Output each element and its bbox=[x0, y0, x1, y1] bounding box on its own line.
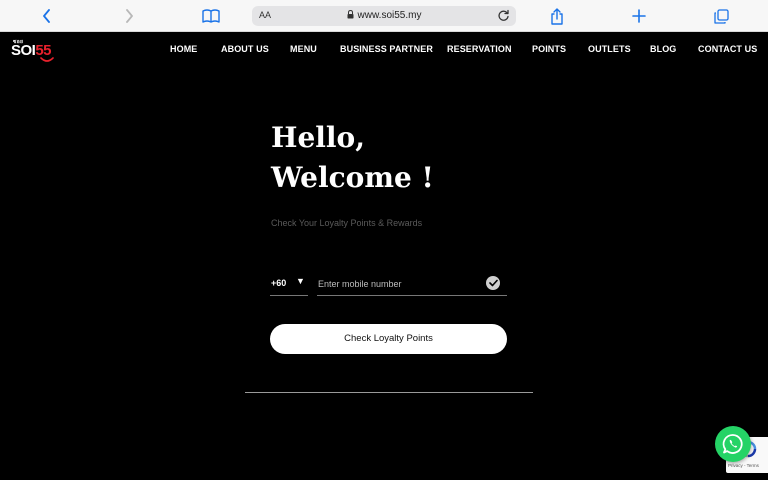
tabs-icon[interactable] bbox=[711, 6, 731, 26]
dropdown-arrow-icon: ▼ bbox=[296, 276, 305, 286]
nav-outlets[interactable]: OUTLETS bbox=[588, 44, 631, 54]
new-tab-icon[interactable] bbox=[629, 6, 649, 26]
check-loyalty-points-button[interactable]: Check Loyalty Points bbox=[270, 324, 507, 354]
share-icon[interactable] bbox=[547, 6, 567, 26]
whatsapp-chat-button[interactable] bbox=[715, 426, 751, 462]
bookmarks-icon[interactable] bbox=[201, 6, 221, 26]
nav-home[interactable]: HOME bbox=[170, 44, 197, 54]
nav-menu[interactable]: MENU bbox=[290, 44, 317, 54]
nav-contact-us[interactable]: CONTACT US bbox=[698, 44, 757, 54]
welcome-heading: Hello, Welcome ! bbox=[271, 118, 434, 198]
logo-smile-icon bbox=[40, 57, 54, 62]
forward-icon[interactable] bbox=[119, 6, 139, 26]
mobile-number-input[interactable] bbox=[318, 275, 478, 292]
whatsapp-icon bbox=[722, 434, 743, 454]
address-bar[interactable]: AA www.soi55.my bbox=[252, 6, 516, 26]
site-header: ซอย SOI55 HOME ABOUT US MENU BUSINESS PA… bbox=[0, 32, 768, 68]
check-circle-icon bbox=[486, 276, 500, 290]
country-code-value: +60 bbox=[271, 278, 287, 288]
country-code-select[interactable]: +60 ▼ bbox=[270, 271, 308, 296]
nav-reservation[interactable]: RESERVATION bbox=[447, 44, 512, 54]
section-divider bbox=[245, 392, 533, 393]
nav-business-partner[interactable]: BUSINESS PARTNER bbox=[340, 44, 433, 54]
nav-about-us[interactable]: ABOUT US bbox=[221, 44, 269, 54]
back-icon[interactable] bbox=[37, 6, 57, 26]
url-text: www.soi55.my bbox=[357, 10, 422, 21]
lock-icon bbox=[347, 9, 354, 22]
recaptcha-links[interactable]: Privacy - Terms bbox=[728, 463, 759, 468]
nav-blog[interactable]: BLOG bbox=[650, 44, 676, 54]
greeting-line-2: Welcome ! bbox=[271, 161, 434, 194]
site-logo[interactable]: ซอย SOI55 bbox=[11, 38, 61, 64]
reload-icon[interactable] bbox=[497, 9, 510, 27]
browser-toolbar: AA www.soi55.my bbox=[0, 0, 768, 32]
page-subtitle: Check Your Loyalty Points & Rewards bbox=[271, 218, 423, 228]
nav-points[interactable]: POINTS bbox=[532, 44, 566, 54]
mobile-field bbox=[317, 271, 507, 296]
greeting-line-1: Hello, bbox=[271, 121, 365, 154]
